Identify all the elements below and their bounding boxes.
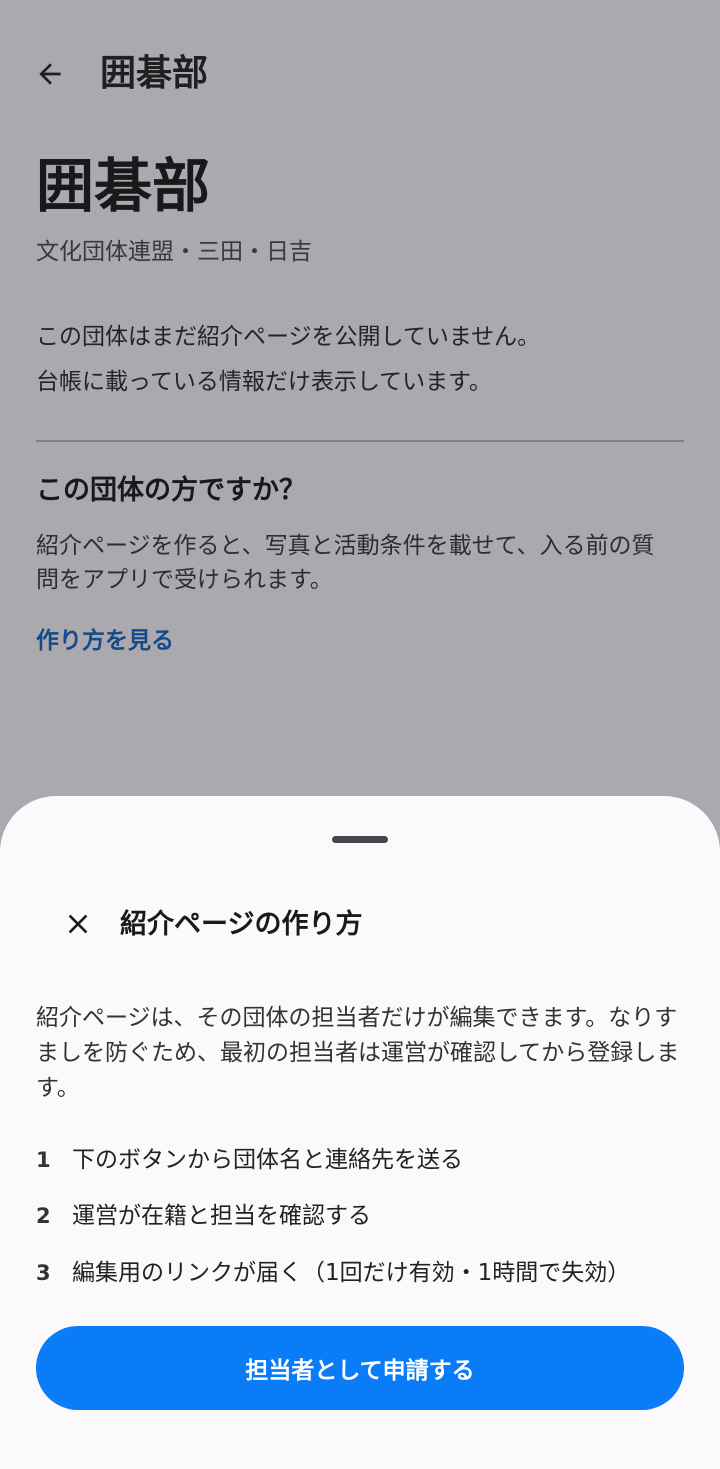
step-number: 3 bbox=[36, 1261, 51, 1285]
close-icon bbox=[68, 914, 88, 934]
step-item: 3 編集用のリンクが届く（1回だけ有効・1時間で失効） bbox=[36, 1253, 696, 1293]
step-text: 編集用のリンクが届く（1回だけ有効・1時間で失効） bbox=[72, 1260, 631, 1286]
sheet-title: 紹介ページの作り方 bbox=[120, 909, 363, 940]
step-number: 2 bbox=[36, 1204, 51, 1228]
sheet-description: 紹介ページは、その団体の担当者だけが編集できます。なりすましを防ぐため、最初の担… bbox=[36, 1005, 680, 1101]
step-number: 1 bbox=[36, 1148, 51, 1172]
close-button[interactable] bbox=[54, 900, 102, 948]
bottom-sheet: 紹介ページの作り方 紹介ページは、その団体の担当者だけが編集できます。なりすまし… bbox=[0, 796, 720, 1469]
step-item: 2 運営が在籍と担当を確認する bbox=[36, 1196, 696, 1236]
step-item: 1 下のボタンから団体名と連絡先を送る bbox=[36, 1140, 696, 1180]
step-text: 下のボタンから団体名と連絡先を送る bbox=[72, 1147, 463, 1173]
drag-handle[interactable] bbox=[332, 836, 388, 843]
apply-button-label: 担当者として申請する bbox=[245, 1358, 475, 1384]
step-text: 運営が在籍と担当を確認する bbox=[72, 1203, 371, 1229]
apply-as-owner-button[interactable]: 担当者として申請する bbox=[36, 1326, 684, 1410]
